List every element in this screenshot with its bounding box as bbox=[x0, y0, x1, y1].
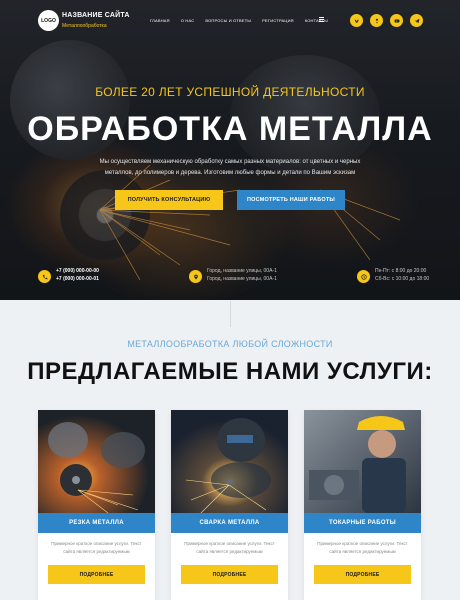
service-image-cutting[interactable] bbox=[38, 410, 155, 513]
service-more-button-welding[interactable]: ПОДРОБНЕЕ bbox=[181, 565, 278, 584]
phone-icon bbox=[38, 270, 51, 283]
service-description-turning: Примерное краткое описание услуги. Текст… bbox=[316, 540, 409, 556]
phone-1[interactable]: +7 (000) 000-00-00 bbox=[56, 268, 99, 276]
address-1: Город, название улицы, 00А-1 bbox=[207, 268, 277, 274]
service-description-line-1: Примерное краткое описание услуги. Текст bbox=[184, 541, 275, 546]
section-divider bbox=[230, 301, 231, 327]
service-description-line-1: Примерное краткое описание услуги. Текст bbox=[51, 541, 142, 546]
nav-item-faq[interactable]: ВОПРОСЫ И ОТВЕТЫ bbox=[205, 18, 251, 23]
youtube-icon[interactable] bbox=[390, 14, 403, 27]
service-title-welding[interactable]: СВАРКА МЕТАЛЛА bbox=[171, 513, 288, 533]
location-pin-icon bbox=[189, 270, 202, 283]
hamburger-icon[interactable] bbox=[319, 17, 324, 22]
contact-hours-text: Пн-Пт: с 8:00 до 20:00 Сб-Вс: с 10:00 до… bbox=[375, 268, 429, 283]
hero-headline: ОБРАБОТКА МЕТАЛЛА bbox=[27, 110, 433, 148]
view-works-button[interactable]: ПОСМОТРЕТЬ НАШИ РАБОТЫ bbox=[237, 190, 345, 210]
service-card-welding: СВАРКА МЕТАЛЛА Примерное краткое описани… bbox=[171, 410, 288, 600]
service-title-turning[interactable]: ТОКАРНЫЕ РАБОТЫ bbox=[304, 513, 421, 533]
nav-item-registration[interactable]: РЕГИСТРАЦИЯ bbox=[262, 18, 294, 23]
site-logo[interactable]: LOGO bbox=[38, 10, 59, 31]
site-name[interactable]: НАЗВАНИЕ САЙТА bbox=[62, 12, 130, 19]
phone-2[interactable]: +7 (000) 000-00-01 bbox=[56, 276, 99, 284]
clock-icon bbox=[357, 270, 370, 283]
site-subtitle: Металлообработка bbox=[62, 23, 107, 29]
hero-description: Мы осуществляем механическую обработку с… bbox=[90, 157, 370, 179]
service-card-turning: ТОКАРНЫЕ РАБОТЫ Примерное краткое описан… bbox=[304, 410, 421, 600]
service-more-button-cutting[interactable]: ПОДРОБНЕЕ bbox=[48, 565, 145, 584]
services-title: ПРЕДЛАГАЕМЫЕ НАМИ УСЛУГИ: bbox=[27, 358, 433, 385]
nav-item-home[interactable]: ГЛАВНАЯ bbox=[150, 18, 170, 23]
contact-phone-text: +7 (000) 000-00-00 +7 (000) 000-00-01 bbox=[56, 268, 99, 283]
hero-description-line-1: Мы осуществляем механическую обработку с… bbox=[99, 159, 361, 165]
nav-item-about[interactable]: О НАС bbox=[181, 18, 195, 23]
service-image-turning[interactable] bbox=[304, 410, 421, 513]
hero-description-line-2: металлов, до полимеров и дерева. Изготов… bbox=[104, 170, 356, 176]
main-nav: ГЛАВНАЯ О НАС ВОПРОСЫ И ОТВЕТЫ РЕГИСТРАЦ… bbox=[150, 18, 339, 23]
service-card-cutting: РЕЗКА МЕТАЛЛА Примерное краткое описание… bbox=[38, 410, 155, 600]
service-description-line-2: сайта является редактируемым bbox=[63, 549, 130, 554]
service-description-cutting: Примерное краткое описание услуги. Текст… bbox=[50, 540, 143, 556]
service-description-welding: Примерное краткое описание услуги. Текст… bbox=[183, 540, 276, 556]
service-description-line-1: Примерное краткое описание услуги. Текст bbox=[317, 541, 408, 546]
service-image-welding[interactable] bbox=[171, 410, 288, 513]
address-2: Город, название улицы, 00А-1 bbox=[207, 275, 277, 282]
service-more-button-turning[interactable]: ПОДРОБНЕЕ bbox=[314, 565, 411, 584]
hours-weekend: Сб-Вс: с 10:00 до 18:00 bbox=[375, 275, 430, 282]
hero-tagline: БОЛЕЕ 20 ЛЕТ УСПЕШНОЙ ДЕЯТЕЛЬНОСТИ bbox=[95, 85, 365, 99]
odnoklassniki-icon[interactable] bbox=[370, 14, 383, 27]
nav-item-contacts[interactable]: КОНТАКТЫ bbox=[305, 18, 328, 23]
vk-icon[interactable] bbox=[350, 14, 363, 27]
service-description-line-2: сайта является редактируемым bbox=[329, 549, 396, 554]
service-description-line-2: сайта является редактируемым bbox=[196, 549, 263, 554]
services-subtitle: МЕТАЛЛООБРАБОТКА ЛЮБОЙ СЛОЖНОСТИ bbox=[127, 339, 333, 349]
contact-address-text: Город, название улицы, 00А-1 Город, назв… bbox=[207, 268, 277, 283]
get-consultation-button[interactable]: ПОЛУЧИТЬ КОНСУЛЬТАЦИЮ bbox=[115, 190, 223, 210]
hero-section: LOGO НАЗВАНИЕ САЙТА Металлообработка ГЛА… bbox=[0, 0, 460, 300]
hours-weekdays: Пн-Пт: с 8:00 до 20:00 bbox=[375, 268, 427, 274]
site-header: LOGO НАЗВАНИЕ САЙТА Металлообработка ГЛА… bbox=[38, 10, 428, 34]
service-title-cutting[interactable]: РЕЗКА МЕТАЛЛА bbox=[38, 513, 155, 533]
telegram-icon[interactable] bbox=[410, 14, 423, 27]
